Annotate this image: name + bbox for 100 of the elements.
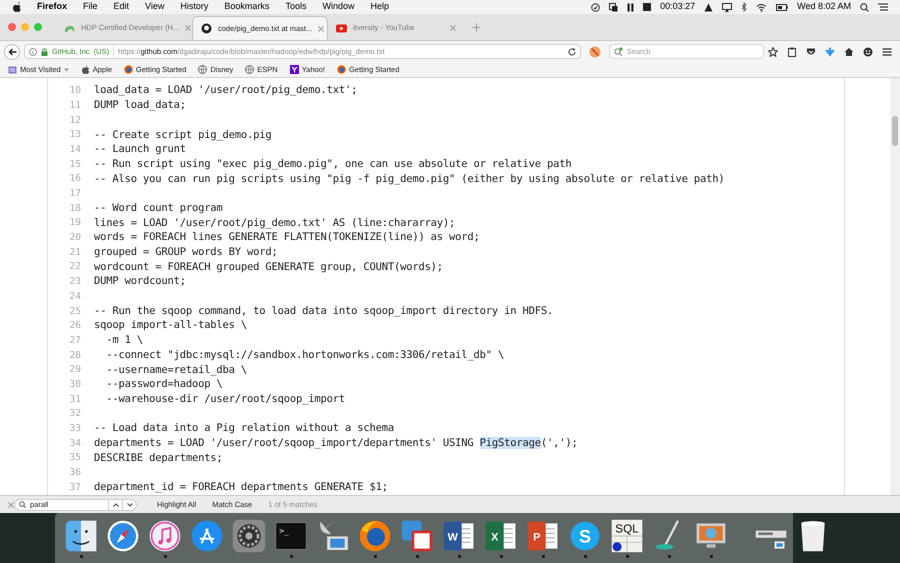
menu-item[interactable]: Tools (285, 0, 306, 14)
code-line: sqoop import-all-tables \ (94, 318, 248, 334)
chevron-down-icon (126, 502, 132, 506)
code-line: --connect "jdbc:mysql://sandbox.hortonworks.com:3306/retail_db" \ (105, 348, 504, 363)
gear-icon[interactable] (231, 518, 267, 554)
bluetooth-icon[interactable] (741, 2, 748, 12)
menu-item[interactable]: View (145, 0, 164, 14)
next-match-button[interactable] (123, 498, 137, 510)
previous-match-button[interactable] (109, 498, 123, 510)
close-icon[interactable] (318, 26, 324, 32)
check-icon[interactable] (591, 2, 600, 12)
folder-icon (8, 65, 17, 74)
apple-icon (12, 2, 21, 12)
caret-icon (64, 68, 69, 72)
line-number: 23 (68, 275, 82, 290)
firefox-icon[interactable] (357, 518, 393, 554)
line-number: 34 (68, 436, 82, 451)
line-number: 33 (68, 422, 82, 436)
line-number: 25 (68, 304, 82, 319)
scrollbar[interactable] (890, 78, 900, 495)
pocket-icon[interactable] (806, 46, 816, 56)
list-icon[interactable] (878, 3, 888, 11)
reload-icon[interactable] (568, 48, 576, 56)
octocat-icon (201, 23, 212, 34)
recording-timer: 00:03:27 (660, 0, 696, 14)
triangle-icon[interactable] (704, 2, 714, 12)
code-line: -- Create script pig_demo.pig (94, 128, 272, 143)
menu-icon[interactable] (882, 46, 892, 56)
code-line: DUMP wordcount; (94, 274, 186, 290)
info-icon (29, 48, 37, 56)
music-note-icon[interactable] (147, 518, 183, 554)
menu-item[interactable]: Edit (114, 0, 130, 14)
code-line: department_id = FOREACH departments GENERATE $1; (94, 480, 388, 495)
code-line: DUMP load_data; (94, 98, 186, 114)
apple-icon (80, 65, 90, 74)
line-number: 32 (68, 407, 82, 422)
airplay-icon[interactable] (722, 2, 732, 12)
firefox-icon (336, 65, 346, 74)
menu-item[interactable]: Bookmarks (224, 0, 270, 14)
back-button[interactable] (4, 44, 20, 60)
globe-icon (245, 65, 254, 74)
code-line: words = FOREACH lines GENERATE FLATTEN(TOKENIZE(line)) as word; (94, 230, 480, 246)
globe-icon (198, 65, 208, 74)
code-line: departments = LOAD '/user/root/sqoop_import/departments' USING PigStorage(','); (94, 436, 578, 451)
line-number: 16 (68, 172, 82, 186)
code-line: wordcount = FOREACH grouped GENERATE group, COUNT(words); (94, 260, 443, 275)
line-number: 20 (68, 231, 82, 246)
stop-icon[interactable] (643, 3, 652, 11)
line-number: 11 (68, 98, 82, 113)
search-icon (614, 47, 623, 56)
home-icon[interactable] (844, 46, 854, 56)
download-icon[interactable] (825, 46, 835, 56)
app-store-icon[interactable] (189, 518, 225, 554)
code-line: -m 1 \ (105, 333, 143, 348)
smiley-icon[interactable] (863, 46, 873, 56)
code-line: -- Load data into a Pig relation without a schema (94, 421, 394, 436)
menu-item[interactable]: Window (322, 0, 354, 14)
code-line: -- Run script using "exec pig_demo.pig", one can use absolute or relative path (94, 156, 572, 172)
menu-item[interactable]: History (180, 0, 208, 14)
line-number: 24 (68, 290, 82, 304)
wifi-icon[interactable] (756, 2, 768, 12)
line-number: 28 (68, 348, 82, 363)
code-line: -- Word count program (94, 200, 223, 216)
menu-clock[interactable]: Wed 8:02 AM (797, 0, 851, 14)
padlock-icon (41, 48, 48, 56)
blocked-badge-icon[interactable] (588, 46, 601, 58)
code-line: load_data = LOAD '/user/root/pig_demo.txt'; (94, 83, 358, 98)
search-icon (19, 501, 26, 508)
battery-icon[interactable] (776, 4, 788, 10)
line-number: 10 (68, 84, 82, 98)
menu-item[interactable]: File (83, 0, 98, 14)
firefox-icon (124, 65, 133, 74)
chevron-up-icon (112, 502, 118, 506)
windows-icon[interactable] (609, 2, 618, 12)
code-line: grouped = GROUP words BY word; (94, 245, 278, 260)
line-number: 31 (68, 392, 82, 407)
line-number: 14 (68, 142, 82, 157)
line-number: 22 (68, 260, 82, 274)
line-number: 29 (68, 363, 82, 378)
line-number: 15 (68, 158, 82, 172)
line-number: 36 (68, 466, 82, 480)
code-line: -- Run the sqoop command, to load data into sqoop_import directory in HDFS. (94, 304, 554, 319)
play-icon (336, 22, 347, 34)
code-line: lines = LOAD '/user/root/pig_demo.txt' AS (line:chararray); (94, 216, 456, 231)
line-number: 17 (68, 187, 82, 202)
pause-icon[interactable] (627, 2, 634, 12)
clipboard-icon[interactable] (787, 46, 797, 56)
bookmark-star-icon[interactable] (768, 46, 778, 56)
yahoo-icon (290, 65, 299, 74)
code-line: DESCRIBE departments; (94, 450, 223, 466)
face-icon[interactable] (63, 518, 99, 554)
app-menu[interactable]: Firefox (37, 0, 68, 14)
spreadsheet-icon[interactable]: SQL (609, 518, 645, 554)
menu-item[interactable]: Help (370, 0, 389, 14)
search-icon[interactable] (860, 2, 869, 12)
line-number: 18 (68, 202, 82, 216)
overlapping-windows-icon[interactable] (399, 518, 435, 554)
line-number: 21 (68, 246, 82, 260)
compass-icon[interactable] (105, 518, 141, 554)
line-number: 30 (68, 378, 82, 392)
